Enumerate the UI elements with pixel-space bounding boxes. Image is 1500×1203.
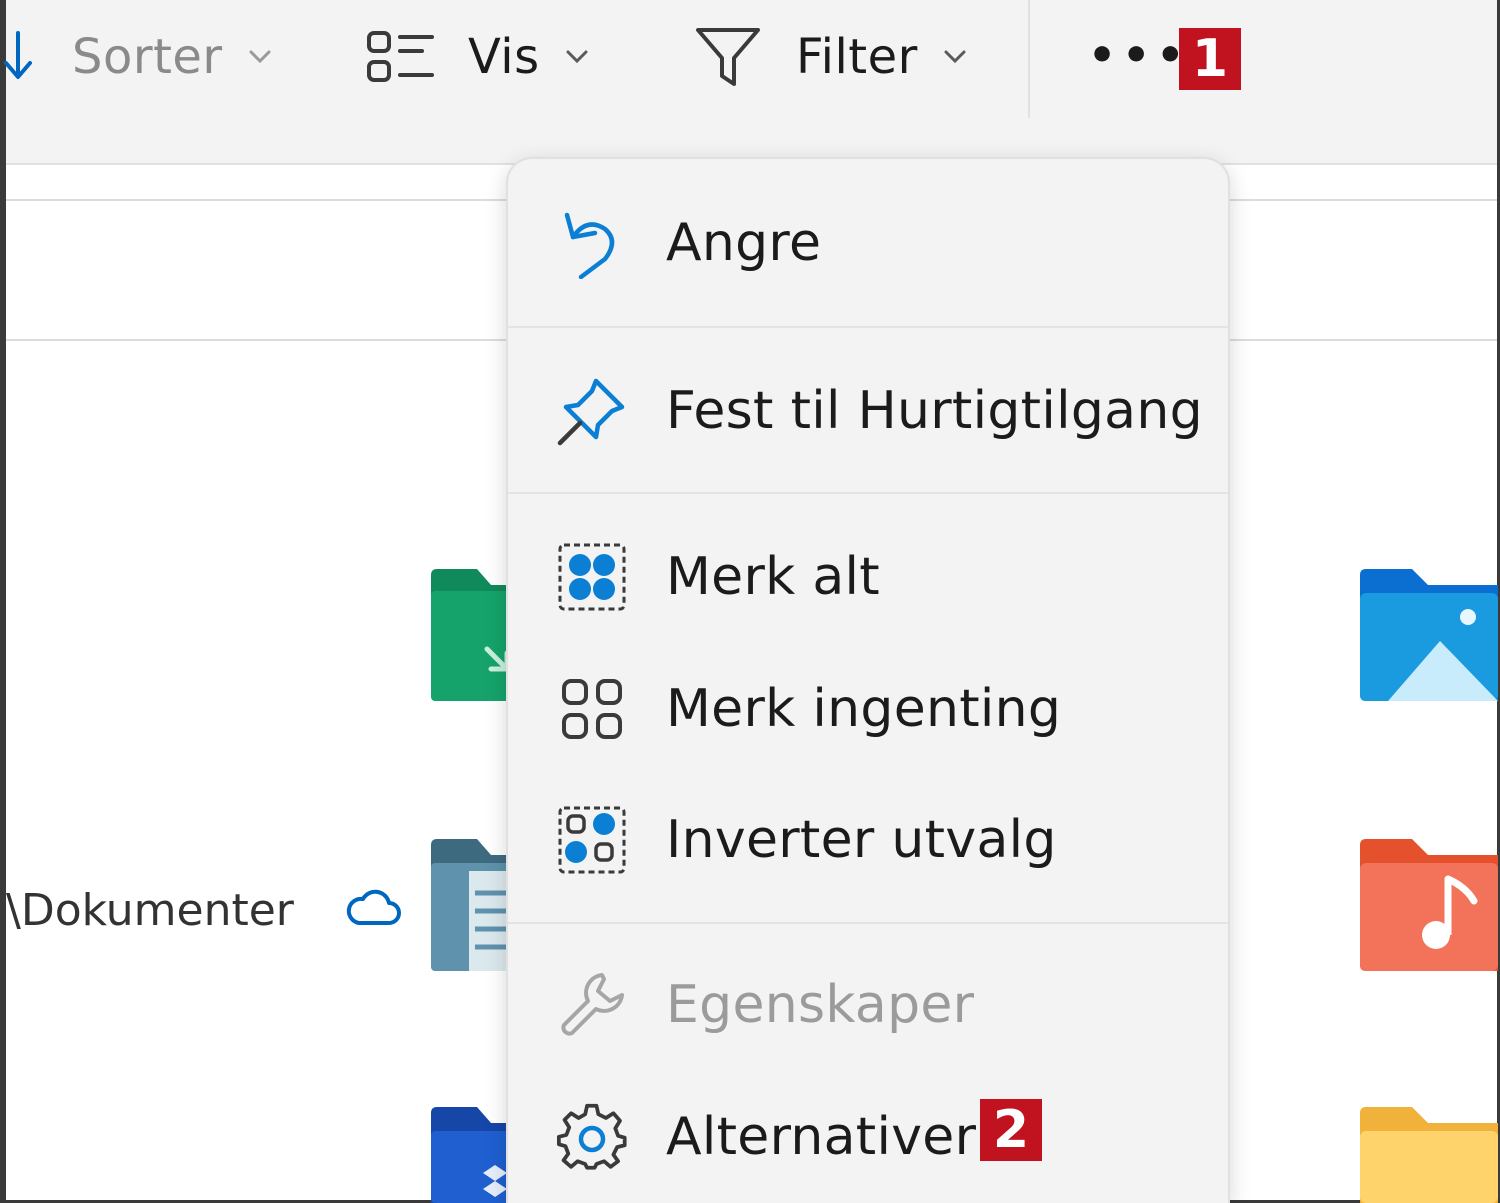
command-bar: Sorter Vis Filter ••• 1: [4, 0, 1497, 165]
more-ellipsis-icon: •••: [1088, 29, 1191, 81]
wrench-icon: [556, 969, 628, 1041]
menu-separator: [508, 326, 1228, 328]
menu-item-undo[interactable]: Angre: [508, 183, 1228, 303]
music-folder-icon[interactable]: [1358, 835, 1498, 975]
select-all-label: Merk alt: [666, 547, 880, 607]
options-label: Alternativer: [666, 1107, 977, 1167]
invert-selection-icon: [556, 804, 628, 876]
select-none-label: Merk ingenting: [666, 679, 1062, 739]
callout-badge-1: 1: [1179, 28, 1241, 90]
gear-icon: [556, 1101, 628, 1173]
sort-label: Sorter: [72, 29, 223, 85]
select-none-icon: [556, 673, 628, 745]
menu-item-pin-quick-access[interactable]: Fest til Hurtigtilgang: [508, 351, 1228, 471]
menu-separator: [508, 492, 1228, 494]
view-button[interactable]: Vis: [366, 22, 588, 92]
toolbar-divider: [1028, 0, 1030, 118]
menu-item-select-all[interactable]: Merk alt: [508, 517, 1228, 637]
chevron-down-icon: [944, 50, 966, 64]
more-options-menu: Angre Fest til Hurtigtilgang Merk alt Me…: [506, 157, 1230, 1203]
chevron-down-icon: [566, 50, 588, 64]
menu-separator: [508, 922, 1228, 924]
more-options-button[interactable]: •••: [1088, 20, 1190, 90]
undo-icon: [556, 207, 628, 279]
invert-selection-label: Inverter utvalg: [666, 810, 1057, 870]
menu-item-properties: Egenskaper: [508, 945, 1228, 1065]
menu-item-invert-selection[interactable]: Inverter utvalg: [508, 780, 1228, 900]
filter-funnel-icon: [696, 28, 760, 86]
sort-arrow-icon: [4, 31, 32, 79]
view-label: Vis: [468, 29, 540, 85]
pin-label: Fest til Hurtigtilgang: [666, 381, 1203, 441]
undo-label: Angre: [666, 213, 822, 273]
callout-badge-2: 2: [980, 1099, 1042, 1161]
menu-item-select-none[interactable]: Merk ingenting: [508, 649, 1228, 769]
window-frame-left: [0, 0, 6, 1203]
cloud-sync-icon: [346, 889, 401, 925]
chevron-down-icon: [249, 50, 271, 64]
yellow-folder-icon[interactable]: [1358, 1103, 1498, 1203]
view-list-icon: [367, 31, 434, 82]
sort-button[interactable]: Sorter: [0, 22, 271, 92]
menu-item-options[interactable]: Alternativer: [508, 1077, 1228, 1197]
folder-path-text: \Dokumenter: [6, 885, 294, 936]
select-all-icon: [556, 541, 628, 613]
filter-label: Filter: [796, 29, 918, 85]
filter-button[interactable]: Filter: [694, 22, 966, 92]
properties-label: Egenskaper: [666, 975, 975, 1035]
pin-icon: [556, 375, 628, 447]
pictures-folder-icon[interactable]: [1358, 565, 1498, 705]
